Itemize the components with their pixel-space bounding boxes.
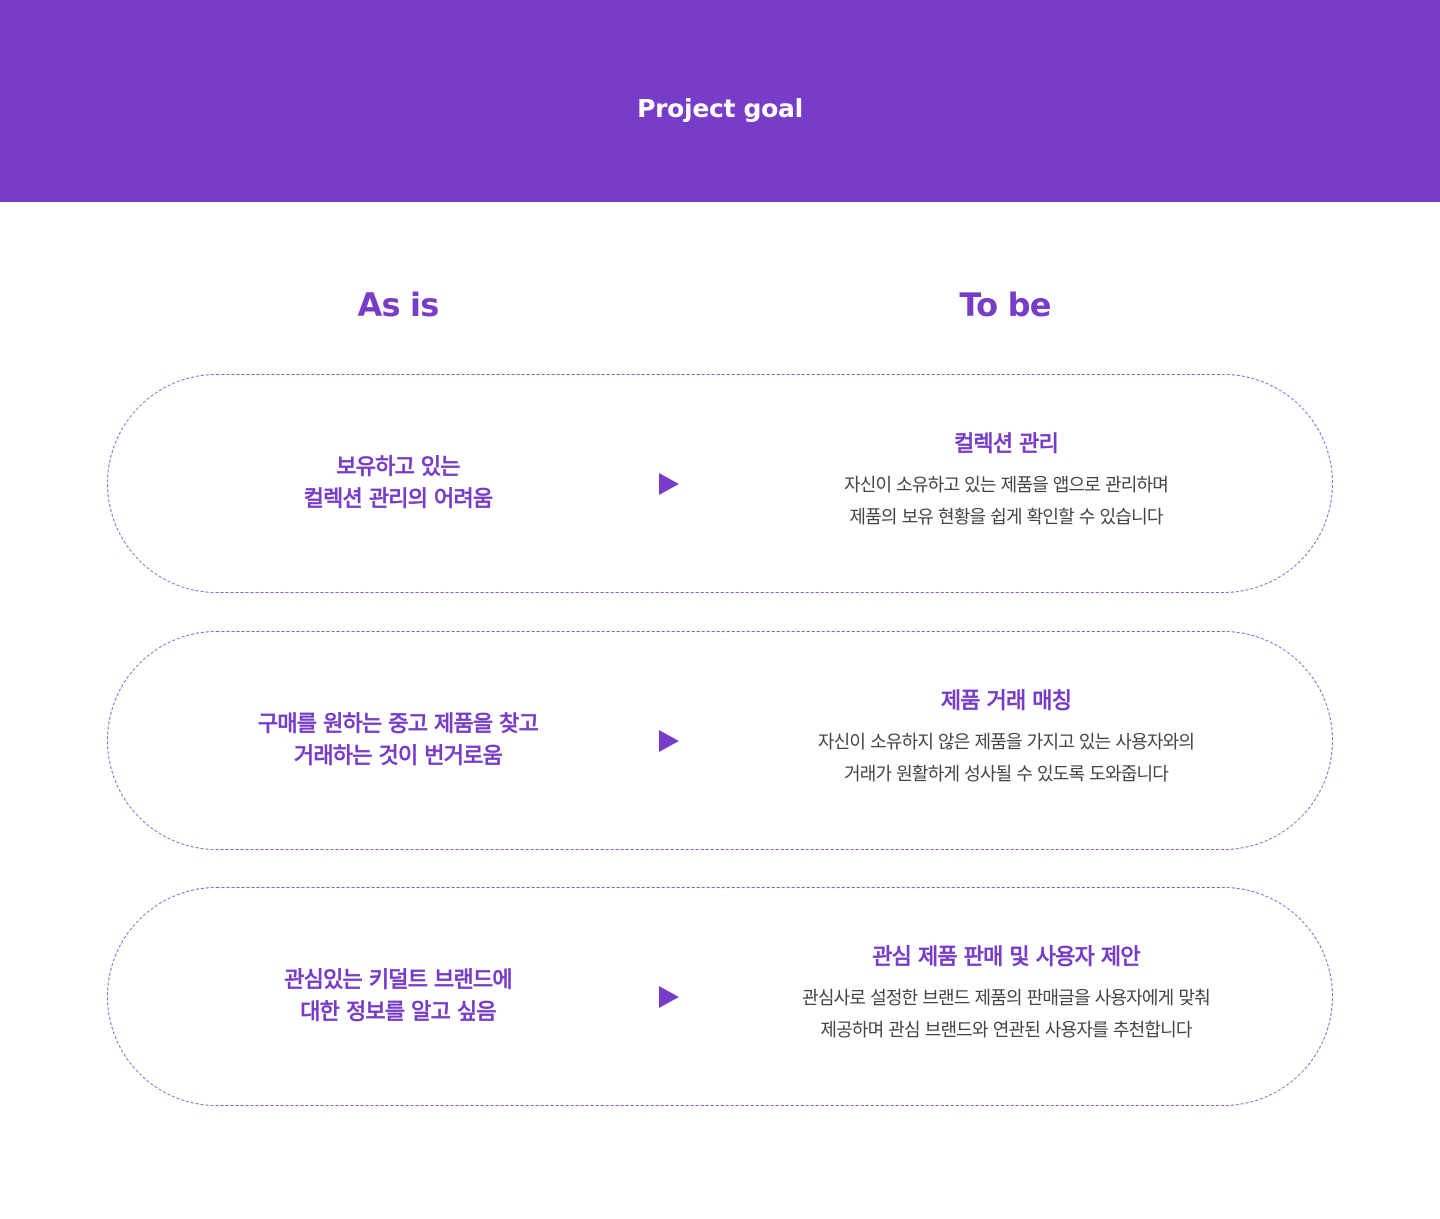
page-title: Project goal [637,93,803,123]
goal-description: 자신이 소유하고 있는 제품을 앱으로 관리하며 제품의 보유 현황을 쉽게 확… [843,474,1169,528]
header-banner: Project goal [0,0,1440,202]
problem-text: 관심있는 키덜트 브랜드에 대한 정보를 알고 싶음 [284,967,512,1025]
goal-row-1: 보유하고 있는 컬렉션 관리의 어려움 컬렉션 관리 자신이 소유하고 있는 제… [107,374,1333,593]
goal-title: 컬렉션 관리 [953,431,1059,457]
as-is-cell: 구매를 원하는 중고 제품을 찾고 거래하는 것이 번거로움 [198,632,598,849]
column-heading-as-is: As is [357,286,440,324]
goal-row-2: 구매를 원하는 중고 제품을 찾고 거래하는 것이 번거로움 제품 거래 매칭 … [107,631,1333,850]
play-triangle-right-icon [659,472,679,495]
column-heading-to-be: To be [959,286,1051,324]
as-is-cell: 관심있는 키덜트 브랜드에 대한 정보를 알고 싶음 [198,888,598,1105]
to-be-cell: 제품 거래 매칭 자신이 소유하지 않은 제품을 가지고 있는 사용자와의 거래… [728,632,1284,849]
goal-description: 관심사로 설정한 브랜드 제품의 판매글을 사용자에게 맞춰 제공하며 관심 브… [802,987,1211,1041]
play-triangle-right-icon [659,985,679,1008]
to-be-cell: 관심 제품 판매 및 사용자 제안 관심사로 설정한 브랜드 제품의 판매글을 … [728,888,1284,1105]
to-be-cell: 컬렉션 관리 자신이 소유하고 있는 제품을 앱으로 관리하며 제품의 보유 현… [728,375,1284,592]
play-triangle-right-icon [659,729,679,752]
as-is-cell: 보유하고 있는 컬렉션 관리의 어려움 [198,375,598,592]
goal-title: 관심 제품 판매 및 사용자 제안 [872,944,1140,970]
problem-text: 보유하고 있는 컬렉션 관리의 어려움 [303,454,493,512]
goal-description: 자신이 소유하지 않은 제품을 가지고 있는 사용자와의 거래가 원활하게 성사… [817,731,1195,785]
goal-row-3: 관심있는 키덜트 브랜드에 대한 정보를 알고 싶음 관심 제품 판매 및 사용… [107,887,1333,1106]
goal-title: 제품 거래 매칭 [940,688,1072,714]
problem-text: 구매를 원하는 중고 제품을 찾고 거래하는 것이 번거로움 [257,711,539,769]
